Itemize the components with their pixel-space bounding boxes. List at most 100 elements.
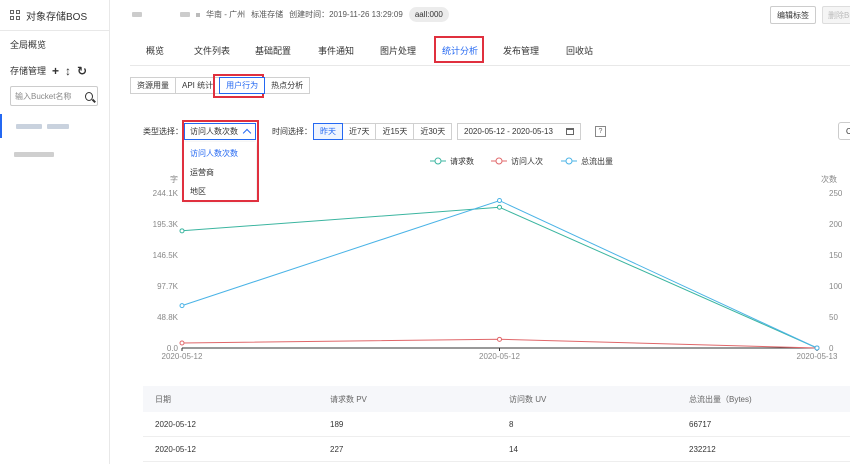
cell-traffic: 66717: [689, 420, 712, 429]
tab-statistics[interactable]: 统计分析: [442, 44, 478, 57]
data-point: [179, 303, 185, 309]
legend-marker: [565, 157, 573, 165]
series-line: [181, 206, 818, 349]
time-btn-7days[interactable]: 近7天: [342, 123, 377, 140]
col-header-uv: 访问数 UV: [509, 395, 547, 404]
edit-tags-button[interactable]: 编辑标签: [770, 6, 816, 24]
date-range-value: 2020-05-12 - 2020-05-13: [464, 127, 553, 136]
data-point: [497, 198, 502, 204]
tab-publish[interactable]: 发布管理: [503, 44, 539, 57]
time-btn-30days[interactable]: 近30天: [413, 123, 453, 140]
redacted-text: [180, 12, 190, 17]
calendar-icon: [566, 128, 574, 135]
delete-bucket-button[interactable]: 删除Bucket: [822, 6, 850, 24]
subtab-api-stats[interactable]: API 统计: [175, 77, 221, 94]
left-tick-label: 48.8K: [157, 313, 179, 322]
right-tick-label: 250: [829, 189, 843, 198]
right-axis-label: 次数: [821, 174, 837, 184]
redacted-text: [132, 12, 142, 17]
bucket-meta: 华南 - 广州 标准存储 创建时间：2019-11-26 13:29:09 aa…: [132, 7, 449, 22]
sidebar-item-overview[interactable]: 全局概览: [10, 38, 46, 51]
tab-file-list[interactable]: 文件列表: [194, 44, 230, 57]
legend-label: 访问人次: [511, 156, 543, 166]
search-icon[interactable]: [85, 91, 93, 101]
apps-grid-icon[interactable]: [10, 10, 20, 20]
right-tick-label: 200: [829, 220, 843, 229]
type-select-label: 类型选择：: [143, 127, 183, 136]
time-btn-15days[interactable]: 近15天: [375, 123, 415, 140]
sidebar: 对象存储BOS 全局概览 存储管理 + ↕ ↻: [0, 0, 110, 464]
product-title: 对象存储BOS: [26, 11, 88, 23]
tab-image-process[interactable]: 图片处理: [380, 44, 416, 57]
date-range-picker[interactable]: 2020-05-12 - 2020-05-13: [457, 123, 581, 140]
data-point: [179, 228, 185, 234]
right-tick-label: 100: [829, 282, 843, 291]
storage-manage-row: 存储管理 + ↕ ↻: [10, 64, 87, 77]
tab-basic-config[interactable]: 基础配置: [255, 44, 291, 57]
sub-tabs: 资源用量 API 统计 用户行为 热点分析: [130, 77, 311, 94]
type-select-value: 访问人数次数: [190, 127, 238, 136]
line-chart: 字次数0.048.8K97.7K146.5K195.3K244.1K050100…: [153, 156, 843, 361]
subtab-user-behavior[interactable]: 用户行为: [219, 77, 266, 94]
x-tick-label: 2020-05-12: [162, 352, 203, 361]
refresh-button[interactable]: C: [838, 122, 850, 140]
left-tick-label: 146.5K: [153, 251, 179, 260]
app-root: 对象存储BOS 全局概览 存储管理 + ↕ ↻ 华南 - 广州: [0, 0, 850, 464]
legend-label: 总流出量: [581, 156, 613, 166]
separator: [196, 12, 200, 17]
cell-pv: 227: [330, 445, 344, 454]
cell-pv: 189: [330, 420, 344, 429]
redacted-bucket-name: [16, 123, 42, 129]
series-line: [181, 200, 818, 349]
stats-table: 日期 请求数 PV 访问数 UV 总流出量（Bytes) 2020-05-12 …: [143, 386, 850, 462]
cell-date: 2020-05-12: [155, 420, 196, 429]
left-tick-label: 244.1K: [153, 189, 179, 198]
cell-date: 2020-05-12: [155, 445, 196, 454]
cell-traffic: 232212: [689, 445, 716, 454]
main-tabs: 概览 文件列表 基础配置 事件通知 图片处理 统计分析 发布管理 回收站: [130, 38, 850, 66]
redacted-bucket-name: [47, 123, 69, 129]
redacted-bucket-name: [14, 151, 54, 157]
cell-uv: 8: [509, 420, 514, 429]
right-tick-label: 50: [829, 313, 838, 322]
time-btn-yesterday[interactable]: 昨天: [313, 123, 343, 140]
help-icon[interactable]: ?: [595, 126, 606, 137]
sidebar-divider: [0, 30, 110, 31]
tab-event-notify[interactable]: 事件通知: [318, 44, 354, 57]
storage-class-text: 标准存储: [251, 10, 284, 19]
region-text: 华南 - 广州: [206, 10, 246, 19]
time-range-buttons: 昨天 近7天 近15天 近30天: [313, 123, 453, 140]
bucket-header: 华南 - 广州 标准存储 创建时间：2019-11-26 13:29:09 aa…: [110, 0, 850, 30]
data-point: [497, 336, 502, 342]
refresh-icon[interactable]: ↻: [77, 65, 87, 77]
subtab-resource-usage[interactable]: 资源用量: [130, 77, 176, 94]
sidebar-header: 对象存储BOS: [10, 8, 88, 23]
right-tick-label: 150: [829, 251, 843, 260]
table-row: 2020-05-12 227 14 232212: [143, 437, 850, 462]
left-axis-label: 字: [170, 174, 178, 184]
col-header-traffic: 总流出量（Bytes): [689, 395, 752, 404]
data-point: [814, 345, 820, 351]
sidebar-bucket-item-active[interactable]: [0, 114, 110, 138]
type-select[interactable]: 访问人数次数: [184, 123, 256, 140]
time-select-label: 时间选择：: [272, 127, 312, 136]
left-tick-label: 97.7K: [157, 282, 179, 291]
cell-uv: 14: [509, 445, 518, 454]
legend-label: 请求数: [450, 156, 474, 166]
tab-overview[interactable]: 概览: [146, 44, 164, 57]
bucket-search-input[interactable]: [15, 91, 81, 101]
col-header-pv: 请求数 PV: [330, 395, 367, 404]
storage-manage-label: 存储管理: [10, 66, 47, 76]
add-bucket-icon[interactable]: +: [52, 65, 59, 77]
data-point: [497, 204, 502, 210]
created-time-text: 创建时间：2019-11-26 13:29:09: [289, 10, 403, 19]
x-tick-label: 2020-05-13: [797, 352, 838, 361]
sort-icon[interactable]: ↕: [65, 65, 71, 77]
tab-recycle-bin[interactable]: 回收站: [566, 44, 593, 57]
bucket-search-box: [10, 86, 98, 106]
chevron-up-icon: [242, 128, 252, 138]
subtab-hotspot[interactable]: 热点分析: [264, 77, 311, 94]
legend-marker: [434, 157, 442, 165]
table-header: 日期 请求数 PV 访问数 UV 总流出量（Bytes): [143, 386, 850, 412]
sidebar-bucket-item[interactable]: [0, 142, 110, 166]
